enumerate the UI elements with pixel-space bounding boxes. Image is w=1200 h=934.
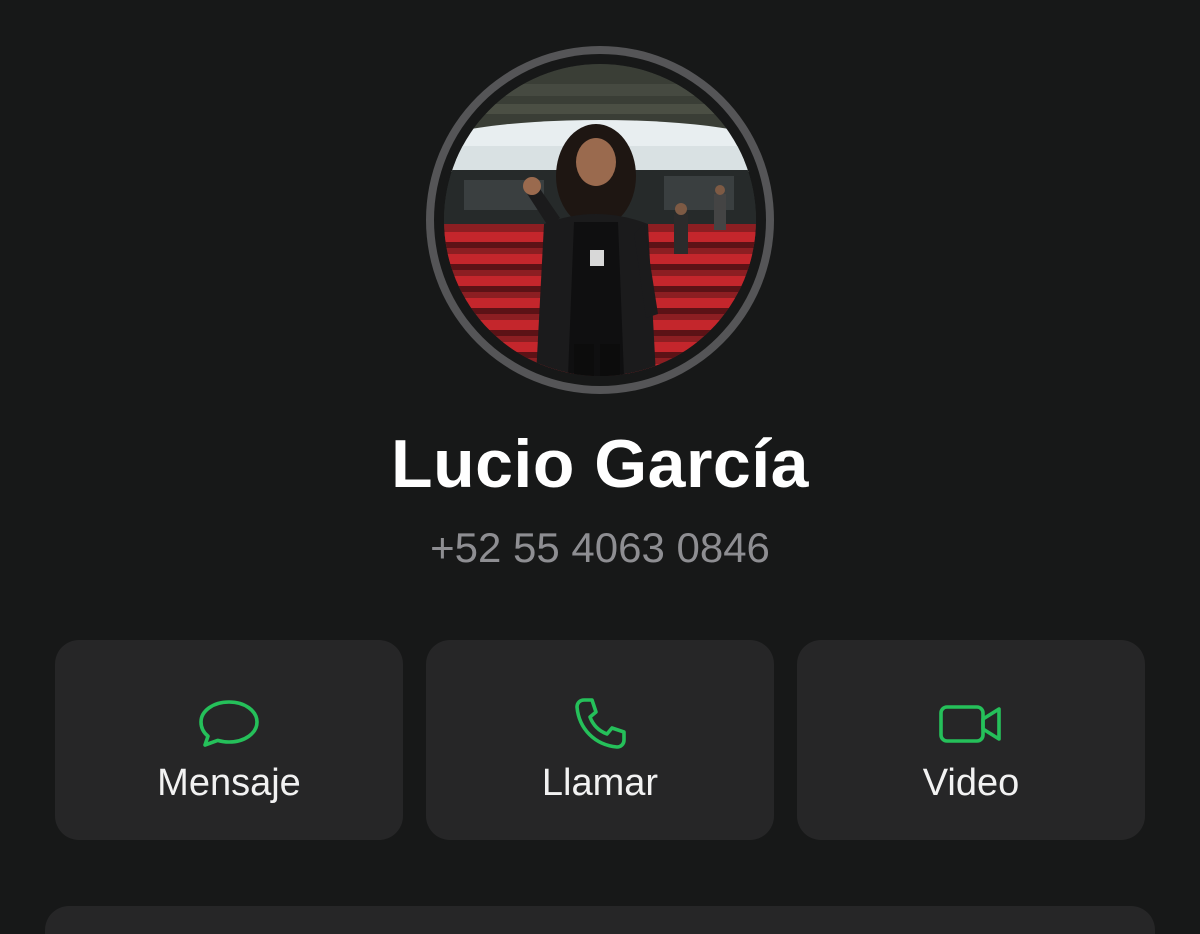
profile-photo-illustration [444,64,756,376]
video-call-button-label: Video [922,762,1020,804]
contact-name: Lucio García [391,426,809,502]
message-bubble-icon [55,692,403,756]
message-button-label: Mensaje [157,762,301,804]
contact-info-screen: Lucio García +52 55 4063 0846 Mensaje Ll… [0,0,1200,934]
info-section-card [45,906,1155,934]
call-button-label: Llamar [541,762,659,804]
call-button[interactable]: Llamar [426,640,774,840]
video-call-button[interactable]: Video [797,640,1145,840]
message-button[interactable]: Mensaje [55,640,403,840]
phone-icon [426,692,774,756]
avatar-photo [444,64,756,376]
video-camera-icon [797,692,1145,756]
avatar[interactable] [426,46,774,394]
contact-phone-number[interactable]: +52 55 4063 0846 [0,522,1200,574]
